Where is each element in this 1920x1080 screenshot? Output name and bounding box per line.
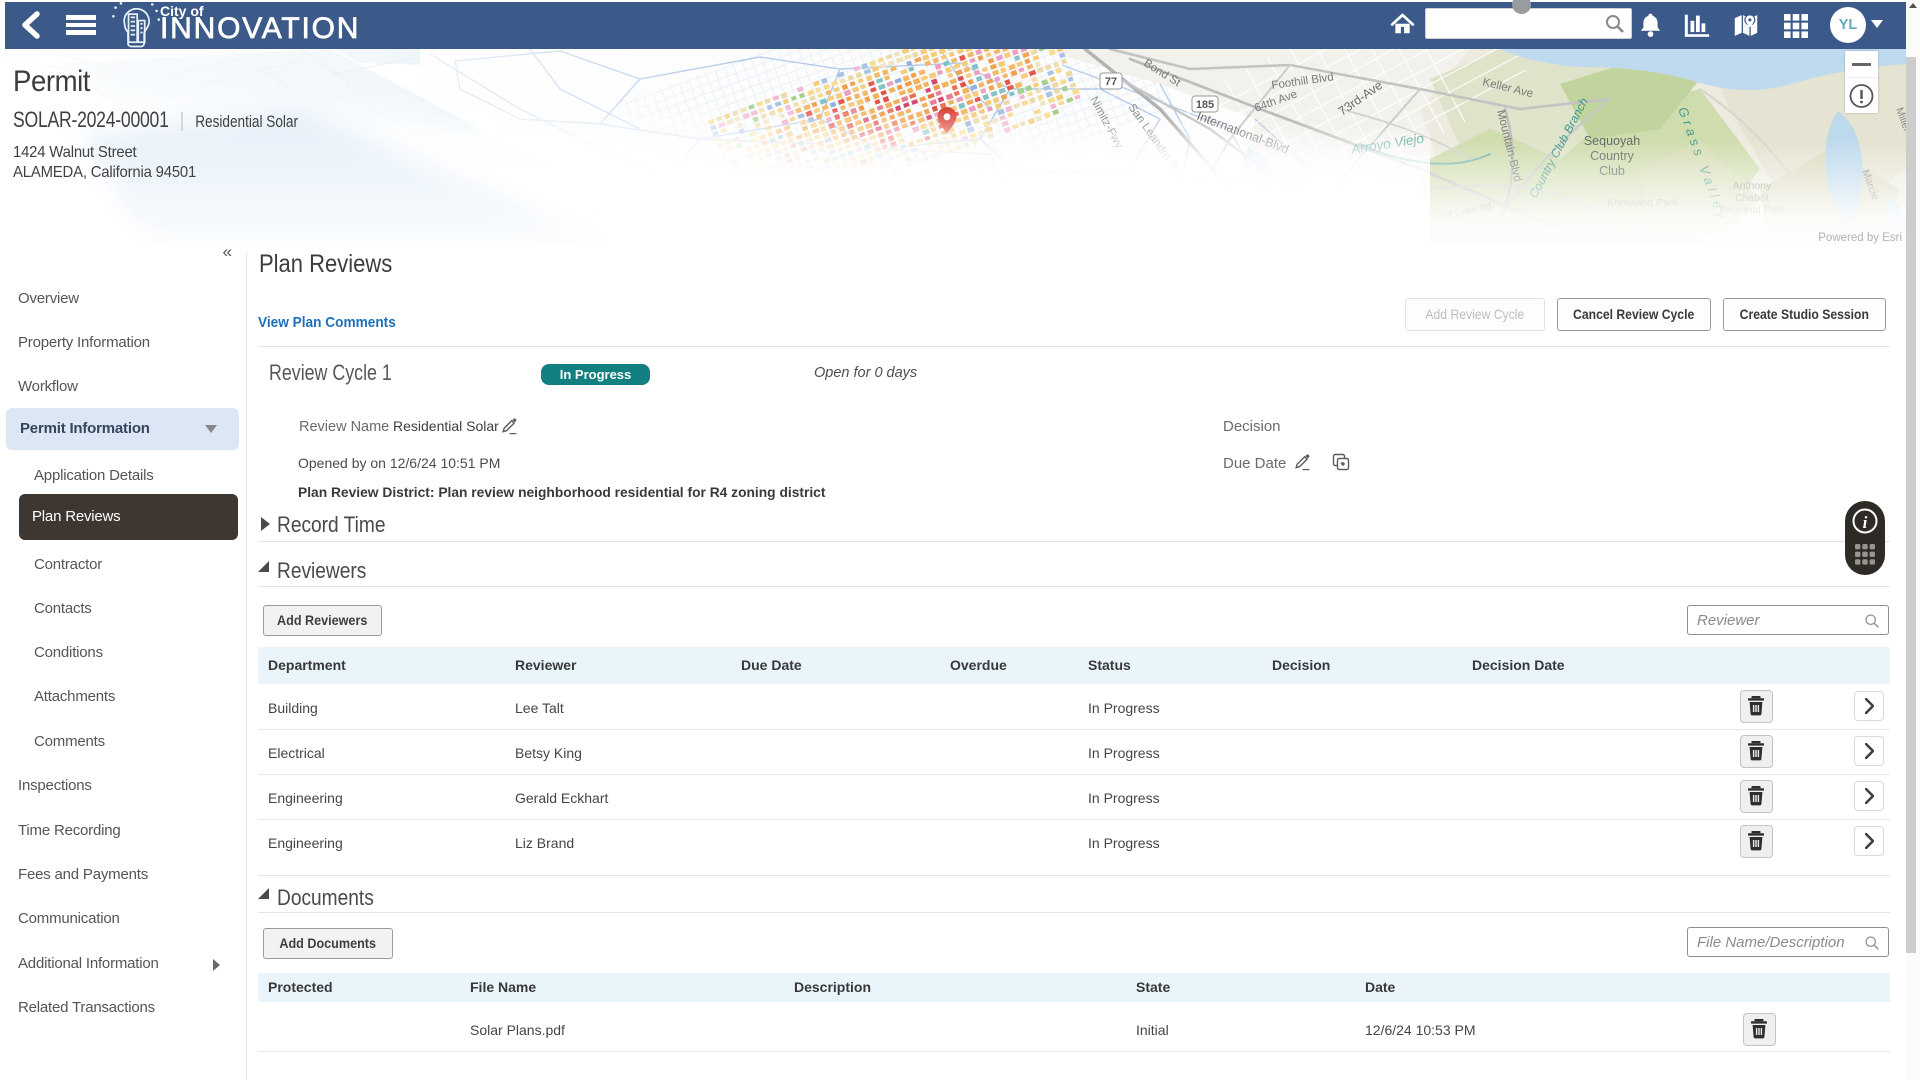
svg-text:Powered by Esri: Powered by Esri [1818,232,1902,244]
svg-text:i: i [1863,513,1868,532]
